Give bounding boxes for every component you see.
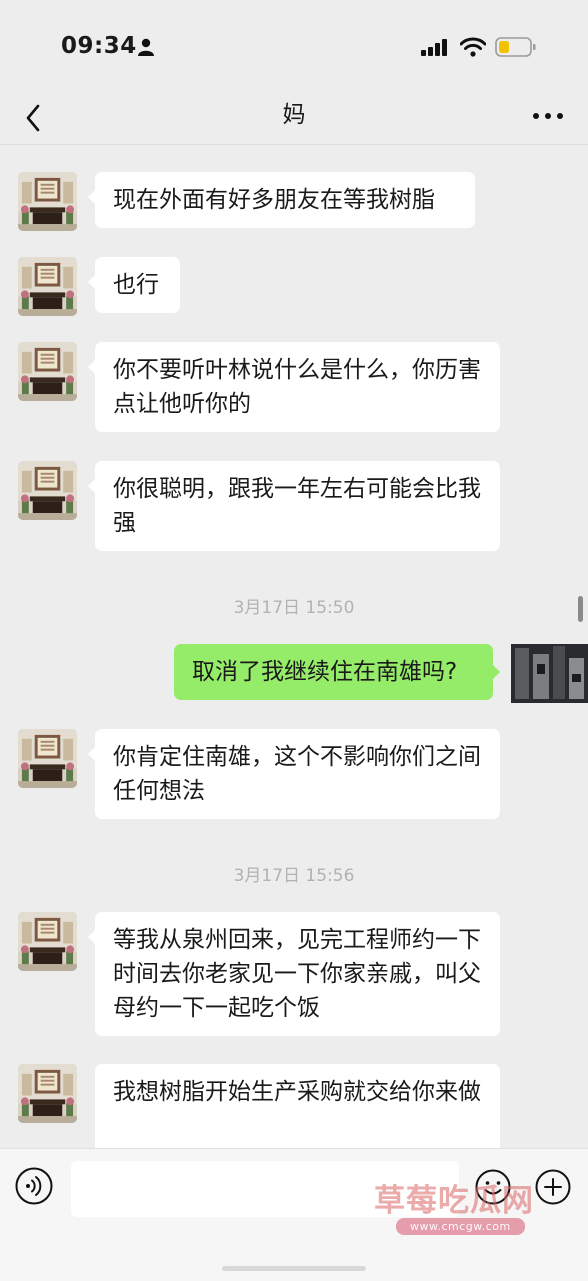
message-bubble[interactable]: 我想树脂开始生产采购就交给你来做 <box>95 1064 500 1148</box>
more-icon[interactable] <box>530 104 566 128</box>
status-bar: 09:34 <box>0 0 588 92</box>
nav-bar: 妈 <box>0 92 588 145</box>
message-bubble[interactable]: 也行 <box>88 257 180 313</box>
watermark-text: 草莓吃瓜网 <box>374 1183 534 1219</box>
watermark-url: www.cmcgw.com <box>396 1218 525 1235</box>
plus-icon[interactable] <box>535 1169 571 1205</box>
message-bubble[interactable]: 你很聪明，跟我一年左右可能会比我强 <box>88 461 500 551</box>
contact-avatar[interactable] <box>18 729 77 788</box>
wifi-icon <box>460 37 486 57</box>
contact-avatar[interactable] <box>18 172 77 231</box>
home-indicator <box>222 1266 366 1271</box>
person-icon <box>138 38 154 56</box>
message-bubble[interactable]: 你不要听叶林说什么是什么，你历害点让他听你的 <box>88 342 500 432</box>
status-time: 09:34 <box>61 33 137 59</box>
contact-avatar[interactable] <box>18 912 77 971</box>
voice-icon[interactable] <box>15 1167 53 1205</box>
message-bubble[interactable]: 你肯定住南雄，这个不影响你们之间任何想法 <box>88 729 500 819</box>
signal-icon <box>421 39 447 56</box>
contact-avatar[interactable] <box>18 342 77 401</box>
message-timestamp: 3月17日 15:50 <box>233 598 355 618</box>
battery-icon <box>495 37 536 57</box>
message-bubble[interactable]: 现在外面有好多朋友在等我树脂 <box>88 172 475 228</box>
scroll-indicator[interactable] <box>578 596 583 622</box>
contact-avatar[interactable] <box>18 461 77 520</box>
contact-avatar[interactable] <box>18 257 77 316</box>
message-timestamp: 3月17日 15:56 <box>233 866 355 886</box>
chat-title: 妈 <box>282 102 306 128</box>
self-avatar[interactable] <box>511 644 588 703</box>
contact-avatar[interactable] <box>18 1064 77 1123</box>
message-bubble[interactable]: 等我从泉州回来，见完工程师约一下时间去你老家见一下你家亲戚，叫父母约一下一起吃个… <box>88 912 500 1036</box>
message-bubble-self[interactable]: 取消了我继续住在南雄吗? <box>174 644 500 700</box>
